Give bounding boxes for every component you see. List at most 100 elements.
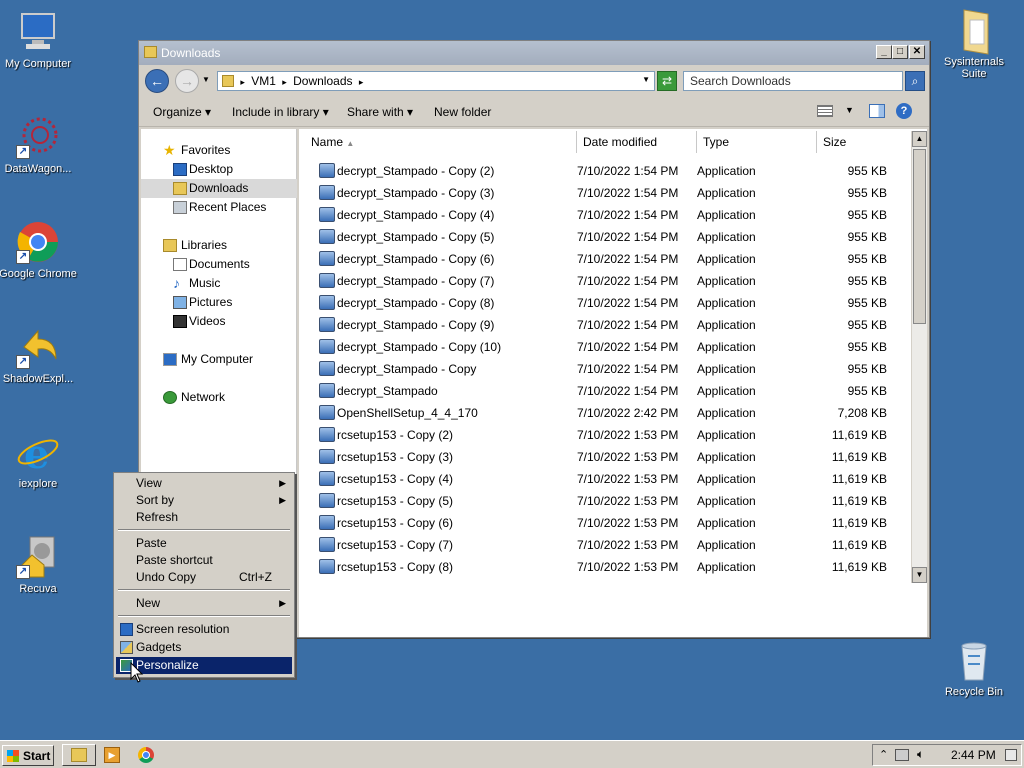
desktop-icon-label: Recuva [19, 583, 57, 595]
nav-my-computer[interactable]: My Computer [141, 350, 297, 369]
table-row[interactable]: decrypt_Stampado 7/10/2022 1:54 PM Applica… [317, 380, 907, 402]
column-header-type[interactable]: Type [697, 131, 817, 153]
back-button[interactable]: ← [145, 69, 169, 93]
shortcut-arrow-icon: ↗ [16, 565, 30, 579]
share-with-button[interactable]: Share with ▾ [347, 105, 413, 119]
nav-documents[interactable]: Documents [141, 255, 297, 274]
nav-desktop[interactable]: Desktop [141, 160, 297, 179]
table-row[interactable]: rcsetup153 - Copy (5) 7/10/2022 1:53 PM Ap… [317, 490, 907, 512]
column-header-date[interactable]: Date modified [577, 131, 697, 153]
file-name: decrypt_Stampado - Copy [337, 362, 477, 376]
breadcrumb-separator[interactable]: ▸ [240, 77, 245, 87]
view-options-icon[interactable] [817, 105, 833, 117]
nav-pictures[interactable]: Pictures [141, 293, 297, 312]
table-row[interactable]: rcsetup153 - Copy (8) 7/10/2022 1:53 PM Ap… [317, 556, 907, 578]
table-row[interactable]: decrypt_Stampado - Copy (2) 7/10/2022 1:5… [317, 160, 907, 182]
file-list[interactable]: Name ▲ Date modified Type Size decrypt_S… [299, 129, 927, 637]
scroll-up-button[interactable]: ▲ [912, 131, 927, 147]
table-row[interactable]: OpenShellSetup_4_4_170 7/10/2022 2:42 PM A… [317, 402, 907, 424]
nav-downloads[interactable]: Downloads [141, 179, 297, 198]
network-tray-icon[interactable] [895, 749, 909, 761]
breadcrumb-vm1[interactable]: VM1 [251, 74, 276, 88]
menu-item-refresh[interactable]: Refresh [116, 509, 292, 526]
datawagon-icon: ↗ [16, 115, 60, 159]
nav-network[interactable]: Network [141, 388, 297, 407]
table-row[interactable]: rcsetup153 - Copy (6) 7/10/2022 1:53 PM Ap… [317, 512, 907, 534]
clock[interactable]: 2:44 PM [951, 748, 996, 762]
table-row[interactable]: decrypt_Stampado - Copy (6) 7/10/2022 1:5… [317, 248, 907, 270]
folder-icon [222, 75, 234, 87]
recent-pages-dropdown[interactable]: ▼ [202, 75, 210, 84]
maximize-button[interactable]: □ [892, 45, 908, 59]
chrome-taskbar-icon[interactable] [138, 747, 154, 763]
desktop-icon-google-chrome[interactable]: ↗ Google Chrome [0, 220, 78, 280]
table-row[interactable]: decrypt_Stampado - Copy (10) 7/10/2022 1:… [317, 336, 907, 358]
address-bar[interactable]: ▸ VM1 ▸ Downloads ▸ ▼ [217, 71, 655, 91]
start-button[interactable]: Start [2, 745, 54, 766]
preview-pane-icon[interactable] [869, 104, 885, 118]
menu-item-gadgets[interactable]: Gadgets [116, 639, 292, 656]
table-row[interactable]: decrypt_Stampado - Copy (7) 7/10/2022 1:5… [317, 270, 907, 292]
table-row[interactable]: decrypt_Stampado - Copy (9) 7/10/2022 1:5… [317, 314, 907, 336]
column-header-size[interactable]: Size [817, 131, 911, 153]
search-icon[interactable]: ⌕ [905, 71, 925, 91]
search-input[interactable]: Search Downloads [683, 71, 903, 91]
menu-item-sort-by[interactable]: Sort by ▶ [116, 492, 292, 509]
menu-item-new[interactable]: New ▶ [116, 595, 292, 612]
taskbar-explorer-button[interactable] [62, 744, 96, 766]
table-row[interactable]: decrypt_Stampado - Copy (4) 7/10/2022 1:5… [317, 204, 907, 226]
forward-button[interactable]: → [175, 69, 199, 93]
help-icon[interactable]: ? [896, 103, 912, 119]
desktop-icon-recycle-bin[interactable]: Recycle Bin [934, 638, 1014, 698]
scroll-thumb[interactable] [913, 149, 926, 324]
refresh-icon[interactable]: ⇄ [657, 71, 677, 91]
breadcrumb-separator[interactable]: ▸ [359, 77, 364, 87]
menu-item-screen-resolution[interactable]: Screen resolution [116, 621, 292, 638]
application-icon [319, 559, 335, 574]
table-row[interactable]: decrypt_Stampado - Copy (3) 7/10/2022 1:5… [317, 182, 907, 204]
desktop-icon-iexplore[interactable]: e iexplore [0, 430, 78, 490]
table-row[interactable]: rcsetup153 - Copy (7) 7/10/2022 1:53 PM Ap… [317, 534, 907, 556]
include-in-library-button[interactable]: Include in library ▾ [232, 105, 329, 119]
desktop-icon-datawagon[interactable]: ↗ DataWagon... [0, 115, 78, 175]
desktop-icon-my-computer[interactable]: My Computer [0, 10, 78, 70]
column-header-name[interactable]: Name ▲ [305, 131, 577, 153]
show-hidden-icons-icon[interactable]: ⌃ [879, 748, 888, 761]
breadcrumb-downloads[interactable]: Downloads [293, 74, 352, 88]
nav-libraries[interactable]: Libraries [141, 236, 297, 255]
desktop-icon-recuva[interactable]: ↗ Recuva [0, 535, 78, 595]
menu-item-paste[interactable]: Paste [116, 535, 292, 552]
file-type: Application [697, 538, 756, 552]
table-row[interactable]: rcsetup153 - Copy (3) 7/10/2022 1:53 PM Ap… [317, 446, 907, 468]
search-placeholder: Search Downloads [690, 74, 791, 88]
organize-button[interactable]: Organize ▾ [153, 105, 211, 119]
volume-icon[interactable]: 🔈︎ [917, 747, 924, 762]
nav-videos[interactable]: Videos [141, 312, 297, 331]
nav-favorites[interactable]: ★ Favorites [141, 141, 297, 160]
nav-music[interactable]: ♪ Music [141, 274, 297, 293]
minimize-button[interactable]: _ [876, 45, 892, 59]
table-row[interactable]: rcsetup153 - Copy (2) 7/10/2022 1:53 PM Ap… [317, 424, 907, 446]
close-button[interactable]: ✕ [909, 45, 925, 59]
desktop-icon-sysinternals[interactable]: Sysinternals Suite [934, 8, 1014, 80]
new-folder-button[interactable]: New folder [434, 105, 491, 119]
action-center-icon[interactable] [1005, 749, 1017, 761]
menu-item-paste-shortcut[interactable]: Paste shortcut [116, 552, 292, 569]
media-player-icon[interactable]: ▶ [104, 747, 120, 763]
desktop-icon-shadowexplorer[interactable]: ↗ ShadowExpl... [0, 325, 78, 385]
table-row[interactable]: decrypt_Stampado - Copy 7/10/2022 1:54 PM… [317, 358, 907, 380]
scroll-down-button[interactable]: ▼ [912, 567, 927, 583]
file-type: Application [697, 428, 756, 442]
view-dropdown-icon[interactable]: ▼ [845, 105, 854, 115]
title-bar[interactable]: Downloads _ □ ✕ [139, 41, 929, 65]
file-date: 7/10/2022 1:54 PM [577, 164, 679, 178]
menu-item-undo-copy[interactable]: Undo Copy Ctrl+Z [116, 569, 292, 586]
vertical-scrollbar[interactable]: ▲ ▼ [911, 131, 927, 583]
menu-item-view[interactable]: View ▶ [116, 475, 292, 492]
address-dropdown-icon[interactable]: ▼ [642, 75, 650, 84]
breadcrumb-separator[interactable]: ▸ [282, 77, 287, 87]
table-row[interactable]: decrypt_Stampado - Copy (8) 7/10/2022 1:5… [317, 292, 907, 314]
table-row[interactable]: rcsetup153 - Copy (4) 7/10/2022 1:53 PM Ap… [317, 468, 907, 490]
table-row[interactable]: decrypt_Stampado - Copy (5) 7/10/2022 1:5… [317, 226, 907, 248]
nav-recent-places[interactable]: Recent Places [141, 198, 297, 217]
